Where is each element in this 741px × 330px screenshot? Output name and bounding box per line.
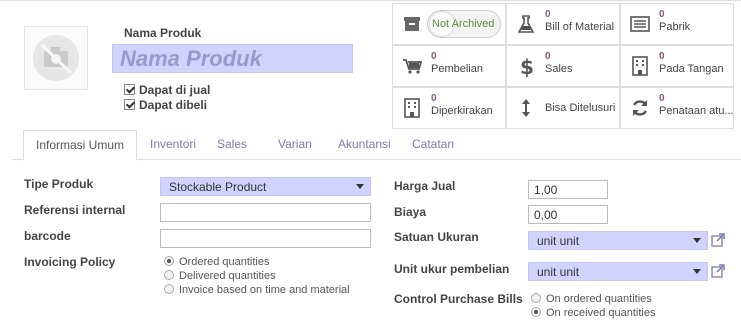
traceability-label: Bisa Ditelusuri	[545, 102, 616, 114]
internal-ref-input[interactable]	[160, 203, 371, 222]
can-be-purchased-checkbox[interactable]: Dapat dibeli	[124, 97, 207, 113]
barcode-label: barcode	[24, 229, 71, 243]
refresh-icon	[632, 100, 648, 116]
bom-count: 0	[545, 9, 551, 20]
product-type-value: Stockable Product	[169, 180, 267, 194]
cost-label: Biaya	[394, 205, 427, 219]
archive-label: Not Archived	[432, 18, 495, 30]
cart-icon	[403, 59, 423, 74]
archive-toggle[interactable]: Not Archived	[427, 10, 501, 38]
factory-count: 0	[659, 9, 665, 20]
on-hand-label: Pada Tangan	[659, 63, 724, 75]
forecast-count: 0	[431, 93, 437, 104]
reordering-count: 0	[659, 93, 665, 104]
factory-label: Pabrik	[659, 21, 691, 33]
can-be-sold-checkbox[interactable]: Dapat di jual	[124, 82, 210, 98]
tab-informasi-umum[interactable]: Informasi Umum	[23, 130, 138, 161]
product-type-label: Tipe Produk	[24, 177, 94, 191]
checkbox-checked[interactable]	[124, 84, 135, 95]
control-bills-label: Control Purchase Bills	[394, 292, 523, 306]
checkbox-checked[interactable]	[124, 99, 135, 110]
can-be-sold-label: Dapat di jual	[139, 83, 211, 97]
forecast-label: Diperkirakan	[431, 105, 493, 117]
dollar-icon: $	[520, 55, 534, 79]
dropdown-arrow-icon	[693, 269, 701, 274]
building-icon	[632, 56, 648, 76]
radio-selected[interactable]	[531, 307, 541, 317]
can-be-purchased-label: Dapat dibeli	[139, 98, 208, 112]
purchase-button[interactable]: 0 Pembelian	[392, 45, 506, 87]
bom-label: Bill of Material	[545, 21, 615, 33]
invoicing-option-time-material[interactable]: Invoice based on time and material	[164, 284, 350, 297]
tab-catatan[interactable]: Catatan	[412, 130, 454, 160]
option-label: On ordered quantities	[546, 293, 652, 305]
internal-ref-label: Referensi internal	[24, 203, 126, 217]
purchase-uom-label: Unit ukur pembelian	[394, 262, 510, 276]
tab-inventori[interactable]: Inventori	[150, 130, 196, 160]
traceability-button[interactable]: Bisa Ditelusuri	[506, 87, 620, 129]
purchase-label: Pembelian	[431, 63, 483, 75]
bill-of-material-button[interactable]: 0 Bill of Material	[506, 3, 620, 45]
invoicing-option-delivered[interactable]: Delivered quantities	[164, 270, 276, 283]
tab-varian[interactable]: Varian	[278, 130, 312, 160]
external-link-icon[interactable]	[711, 264, 725, 278]
control-option-received[interactable]: On received quantities	[531, 307, 655, 320]
no-camera-icon	[33, 35, 79, 81]
factory-button[interactable]: 0 Pabrik	[620, 3, 734, 45]
forecast-button[interactable]: 0 Diperkirakan	[392, 87, 506, 129]
svg-text:$: $	[520, 55, 534, 79]
updown-arrow-icon	[522, 99, 530, 117]
radio-unselected[interactable]	[164, 270, 174, 280]
notebook-tabs: Informasi Umum Inventori Sales Varian Ak…	[12, 130, 741, 161]
invoicing-option-ordered[interactable]: Ordered quantities	[164, 256, 270, 269]
control-option-ordered[interactable]: On ordered quantities	[531, 293, 652, 306]
external-link-icon[interactable]	[711, 233, 725, 247]
tab-akuntansi[interactable]: Akuntansi	[338, 130, 391, 160]
product-type-select[interactable]: Stockable Product	[160, 177, 371, 196]
product-form-sheet: Nama Produk Nama Produk Dapat di jual Da…	[0, 0, 741, 330]
building-icon	[404, 98, 420, 118]
sales-label: Sales	[545, 63, 573, 75]
list-icon	[630, 16, 650, 32]
option-label: Invoice based on time and material	[179, 284, 350, 296]
dropdown-arrow-icon	[356, 184, 364, 189]
product-name-input[interactable]: Nama Produk	[112, 44, 353, 73]
tab-sales[interactable]: Sales	[217, 130, 247, 160]
archive-icon	[404, 17, 420, 31]
uom-value: unit unit	[537, 234, 580, 248]
radio-unselected[interactable]	[164, 284, 174, 294]
option-label: On received quantities	[546, 307, 656, 319]
flask-icon	[517, 15, 535, 33]
sales-count: 0	[545, 51, 551, 62]
sales-button[interactable]: $ 0 Sales	[506, 45, 620, 87]
on-hand-button[interactable]: 0 Pada Tangan	[620, 45, 734, 87]
radio-unselected[interactable]	[531, 293, 541, 303]
product-image[interactable]	[24, 26, 88, 90]
cost-input[interactable]: 0,00	[528, 205, 608, 224]
radio-selected[interactable]	[164, 256, 174, 266]
option-label: Ordered quantities	[179, 256, 270, 268]
uom-select[interactable]: unit unit	[528, 231, 708, 250]
sale-price-input[interactable]: 1,00	[528, 180, 608, 199]
top-divider	[0, 0, 741, 1]
dropdown-arrow-icon	[693, 238, 701, 243]
barcode-input[interactable]	[160, 229, 371, 248]
product-name-label: Nama Produk	[124, 26, 202, 40]
purchase-uom-value: unit unit	[537, 265, 580, 279]
purchase-count: 0	[431, 51, 437, 62]
purchase-uom-select[interactable]: unit unit	[528, 262, 708, 281]
reordering-label: Penataan atu...	[659, 105, 734, 117]
reordering-button[interactable]: 0 Penataan atu...	[620, 87, 734, 129]
uom-label: Satuan Ukuran	[394, 230, 479, 244]
invoicing-policy-label: Invoicing Policy	[24, 255, 116, 269]
option-label: Delivered quantities	[179, 270, 276, 282]
sale-price-label: Harga Jual	[394, 179, 456, 193]
smart-buttons: Not Archived 0 Bill of Material 0 Pabrik	[392, 3, 735, 129]
archive-button[interactable]: Not Archived	[392, 3, 506, 45]
on-hand-count: 0	[659, 51, 665, 62]
